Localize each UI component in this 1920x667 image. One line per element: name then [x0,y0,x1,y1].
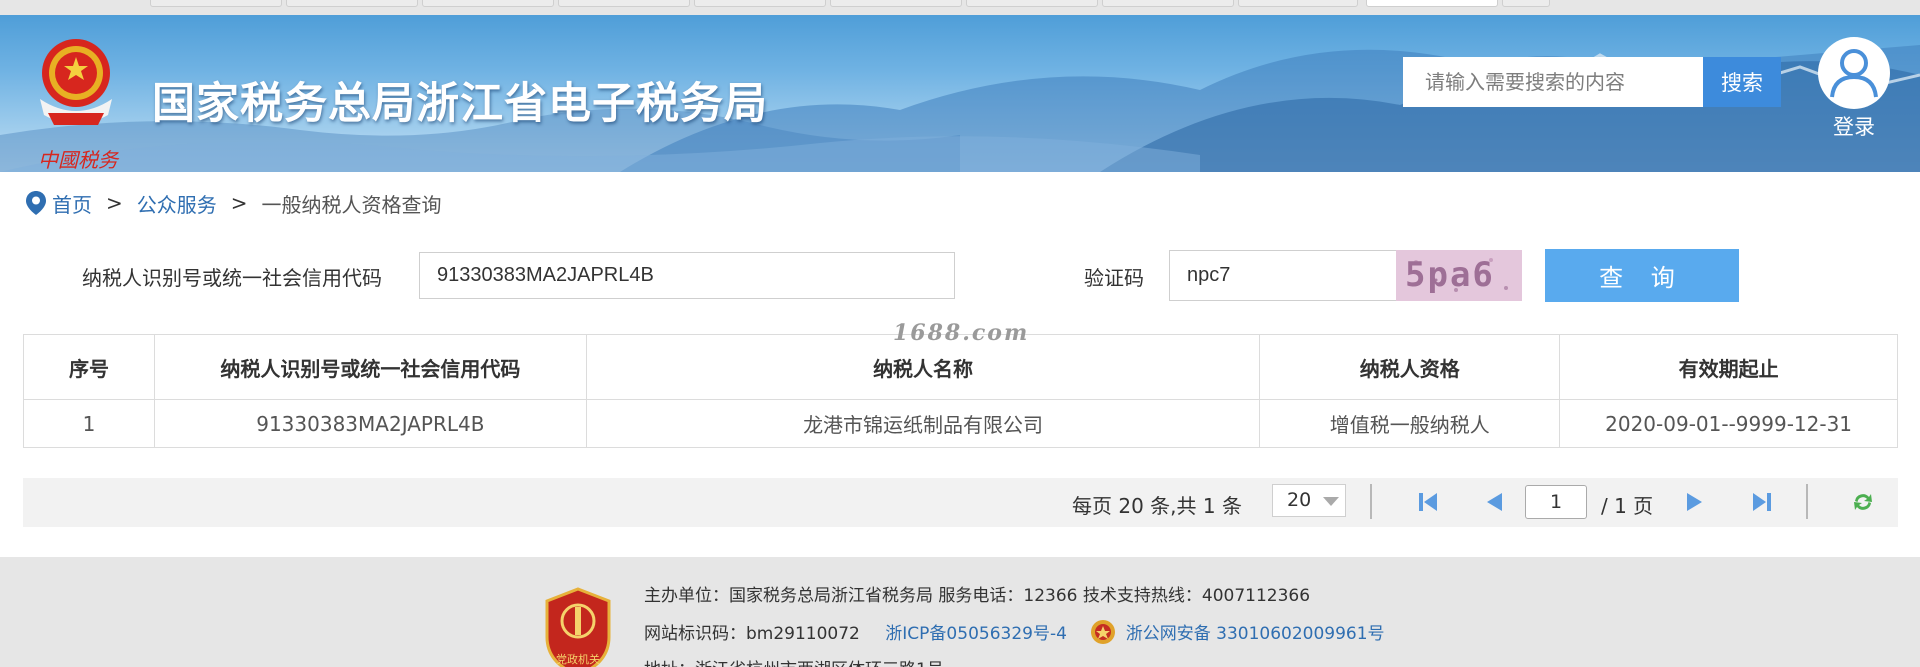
result-table: 序号 纳税人识别号或统一社会信用代码 纳税人名称 纳税人资格 有效期起止 1 9… [23,334,1898,448]
pagination-divider [1370,484,1372,519]
refresh-icon[interactable] [1851,490,1875,514]
query-button[interactable]: 查 询 [1545,249,1739,302]
browser-tab[interactable] [966,0,1098,7]
taxid-input[interactable] [419,252,955,299]
column-header-validity: 有效期起止 [1559,334,1898,400]
user-avatar-icon[interactable] [1818,37,1890,109]
footer-address: 地址：浙江省杭州市西湖区体环三路1号 [644,655,944,667]
icp-link[interactable]: 浙ICP备05056329号-4 [885,624,1067,644]
breadcrumb-current: 一般纳税人资格查询 [261,192,442,217]
cell-validity: 2020-09-01--9999-12-31 [1559,399,1898,448]
browser-tab[interactable] [1102,0,1234,7]
badge-text: 党政机关 [556,652,600,666]
column-header-index: 序号 [23,334,155,400]
breadcrumb: 首页 > 公众服务 > 一般纳税人资格查询 [25,188,442,218]
breadcrumb-home[interactable]: 首页 [52,189,92,218]
svg-text:中國税务: 中國税务 [38,148,120,172]
browser-tab[interactable] [830,0,962,7]
browser-tab[interactable] [1238,0,1358,7]
pagination-bar: 每页 20 条,共 1 条 20 1 / 1 页 [23,478,1898,527]
police-badge-icon [1091,620,1116,644]
browser-tab-strip [0,0,1920,15]
browser-tab[interactable] [286,0,418,7]
login-link[interactable]: 登录 [1833,111,1875,141]
browser-tab[interactable] [150,0,282,7]
browser-tab[interactable] [558,0,690,7]
captcha-image[interactable]: 5pa6 [1396,250,1522,301]
pagination-info: 每页 20 条,共 1 条 [1072,494,1242,518]
watermark: 1688.com [893,320,1030,346]
page-size-value: 20 [1287,489,1312,511]
search-button[interactable]: 搜索 [1703,57,1781,107]
next-page-icon[interactable] [1683,490,1707,514]
page-size-select[interactable]: 20 [1272,484,1346,517]
cell-name: 龙港市锦运纸制品有限公司 [585,399,1261,448]
pagination-divider [1806,484,1808,519]
captcha-label: 验证码 [1084,266,1144,290]
footer-site-id: 网站标识码：bm29110072 [644,624,860,644]
page-number-input[interactable]: 1 [1525,485,1587,519]
column-header-qualification: 纳税人资格 [1259,334,1561,400]
captcha-input[interactable] [1169,250,1397,301]
location-pin-icon [26,191,46,215]
chevron-down-icon [1323,497,1339,506]
footer-organizer-line: 主办单位：国家税务总局浙江省税务局 服务电话：12366 技术支持热线：4007… [644,586,1311,606]
party-government-badge[interactable]: 党政机关 [543,587,613,667]
column-header-taxid: 纳税人识别号或统一社会信用代码 [153,334,587,400]
browser-tab[interactable] [1502,0,1550,7]
site-footer: 党政机关 主办单位：国家税务总局浙江省税务局 服务电话：12366 技术支持热线… [0,557,1920,667]
search-input[interactable] [1403,57,1703,107]
prev-page-icon[interactable] [1482,490,1506,514]
browser-tab[interactable] [422,0,554,7]
captcha-text: 5pa6 [1405,255,1495,295]
cell-qualification: 增值税一般纳税人 [1259,399,1561,448]
total-pages: / 1 页 [1601,494,1654,518]
table-row: 1 91330383MA2JAPRL4B 龙港市锦运纸制品有限公司 增值税一般纳… [23,399,1898,448]
police-record-link[interactable]: 浙公网安备 33010602009961号 [1126,624,1385,644]
cell-taxid: 91330383MA2JAPRL4B [153,399,587,448]
browser-tab[interactable] [694,0,826,7]
site-title: 国家税务总局浙江省电子税务局 [152,79,768,129]
site-header-banner: 中國税务 国家税务总局浙江省电子税务局 搜索 登录 [0,15,1920,172]
footer-registration-line: 网站标识码：bm29110072 浙ICP备05056329号-4 浙公网安备 … [644,619,1385,645]
browser-tab-active[interactable] [1366,0,1498,7]
last-page-icon[interactable] [1750,490,1774,514]
first-page-icon[interactable] [1416,490,1440,514]
cell-index: 1 [23,399,155,448]
tax-emblem-logo: 中國税务 [38,39,120,172]
taxid-label: 纳税人识别号或统一社会信用代码 [82,266,382,290]
breadcrumb-separator: > [230,191,248,215]
breadcrumb-section[interactable]: 公众服务 [137,189,217,218]
breadcrumb-separator: > [106,191,123,215]
